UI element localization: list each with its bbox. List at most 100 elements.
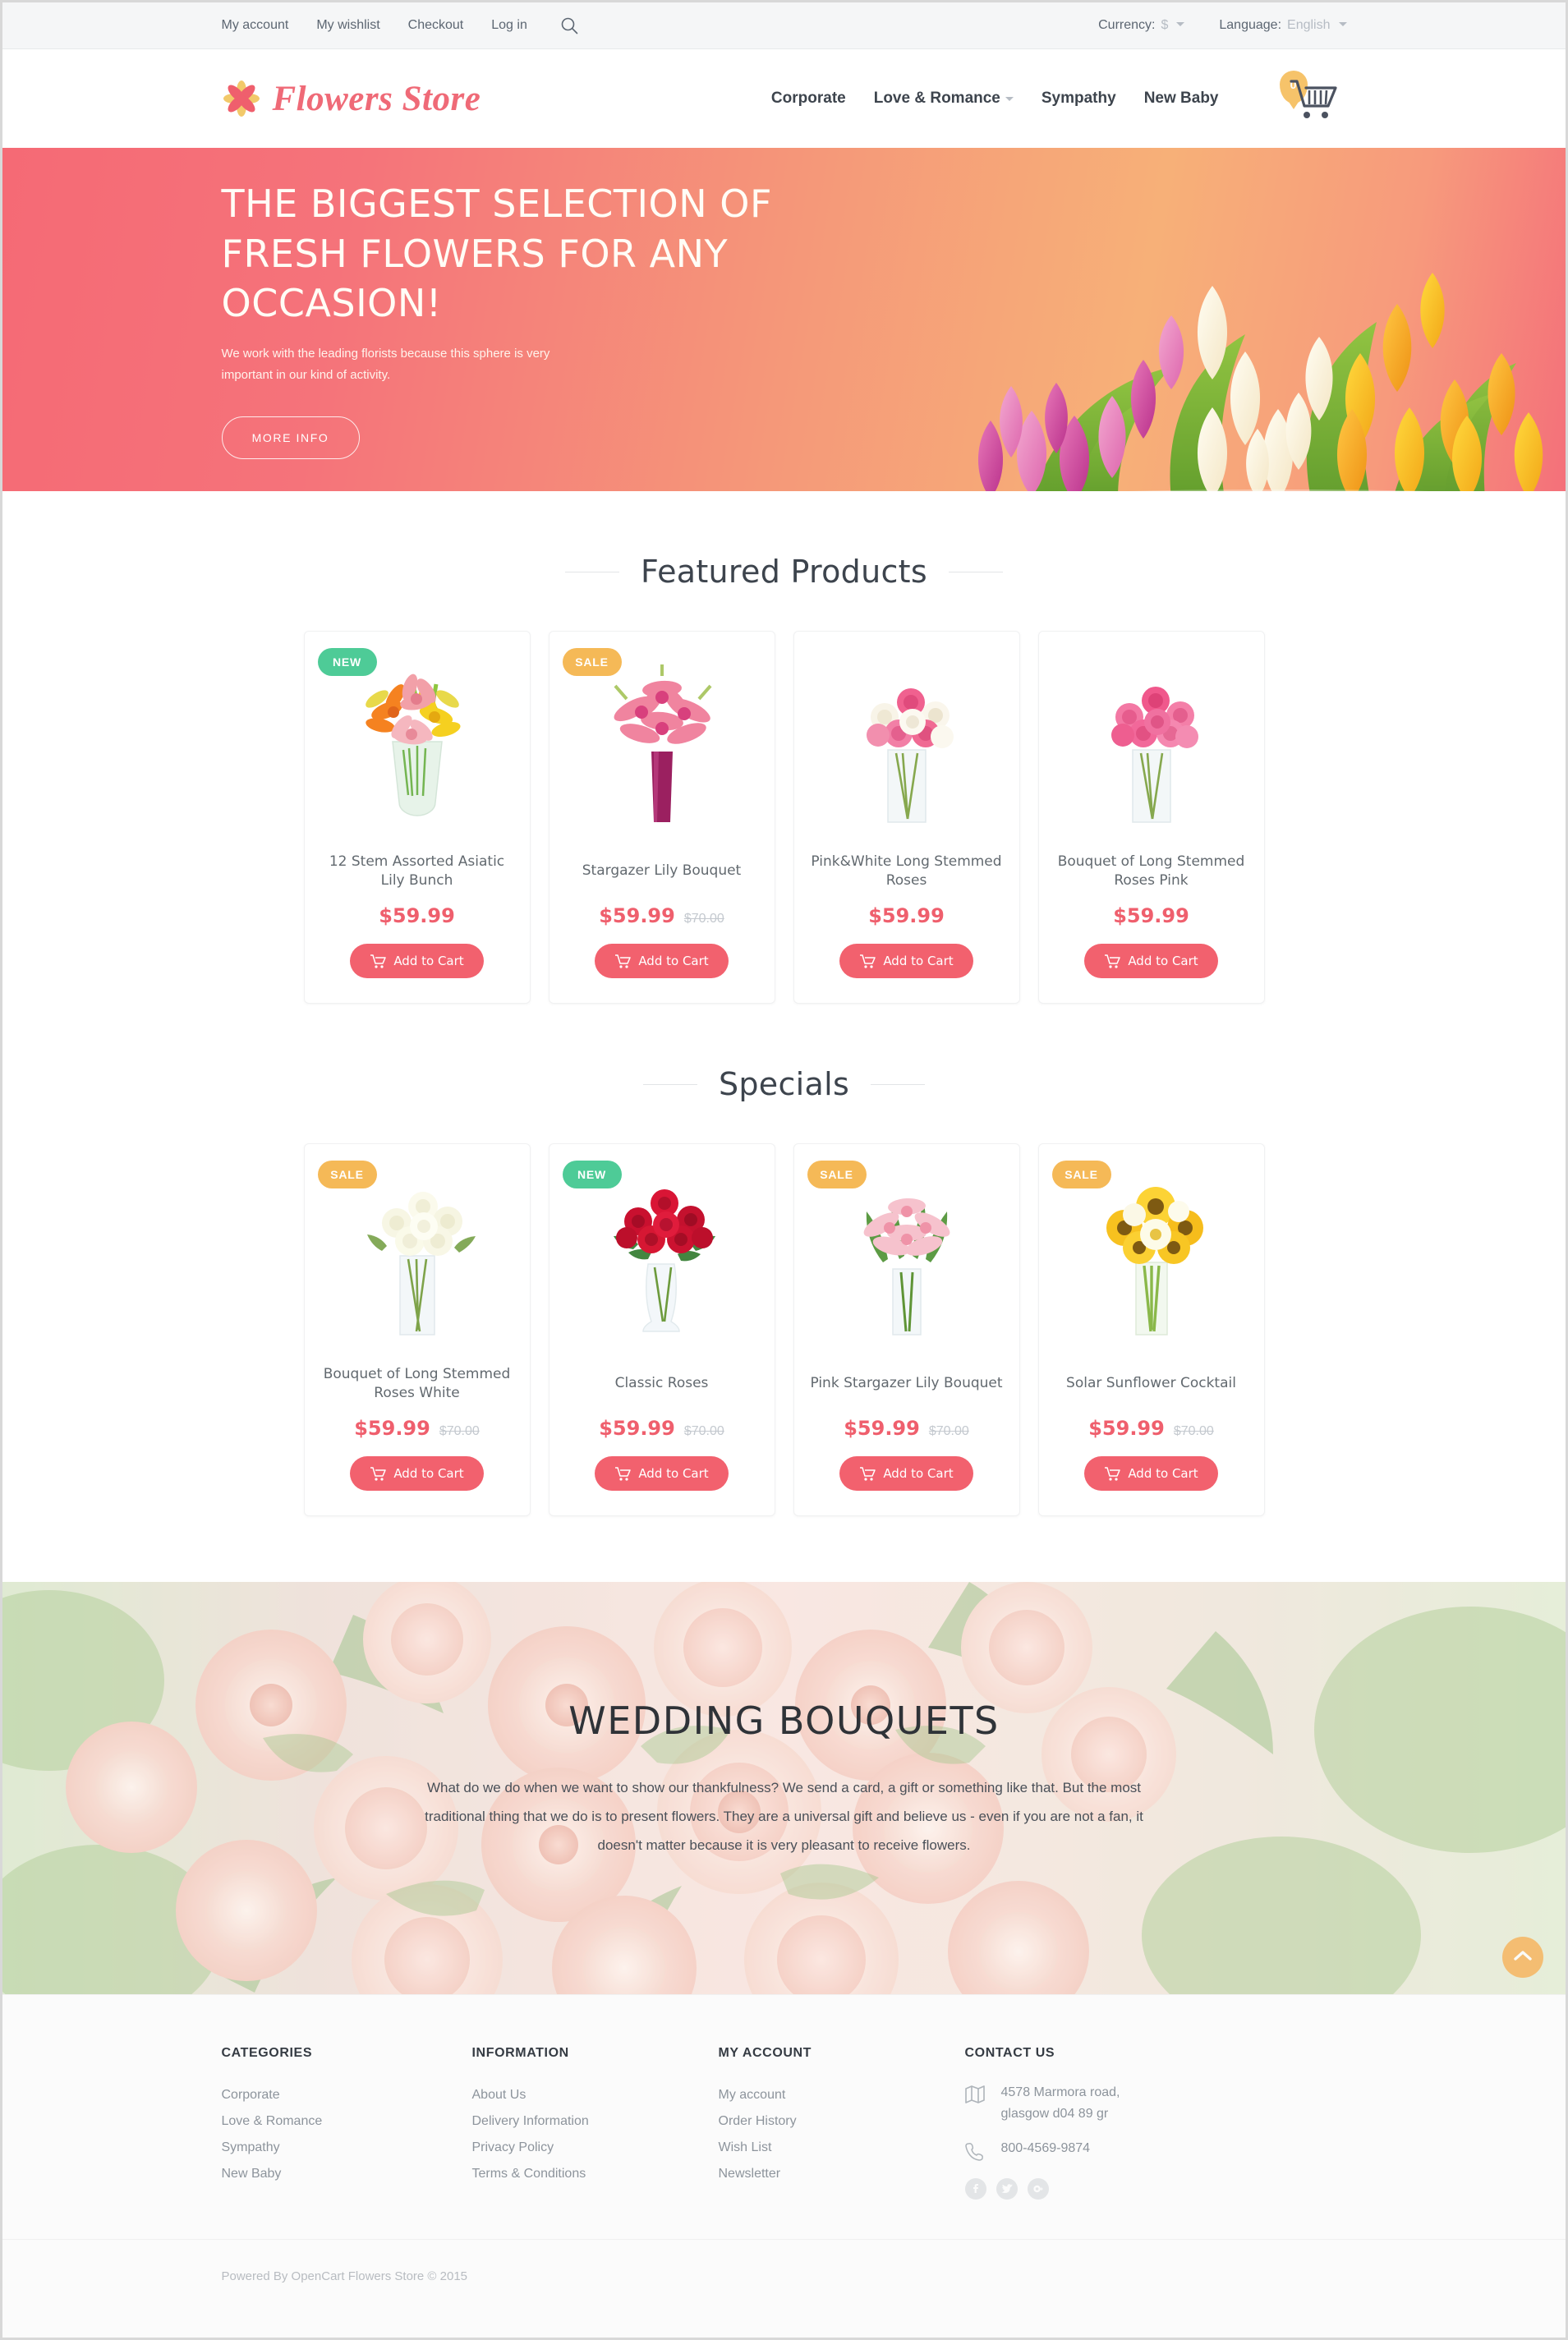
product-card[interactable]: Bouquet of Long Stemmed Roses Pink $59.9…: [1037, 631, 1265, 1004]
add-to-cart-button[interactable]: Add to Cart: [595, 944, 729, 978]
footer-link-love-romance[interactable]: Love & Romance: [222, 2108, 472, 2135]
nav-label-sympathy: Sympathy: [1041, 90, 1116, 107]
top-link-checkout[interactable]: Checkout: [408, 18, 464, 33]
product-card[interactable]: SALE: [1037, 1143, 1265, 1516]
cart-icon: [370, 954, 387, 968]
facebook-icon[interactable]: [964, 2177, 986, 2200]
product-name[interactable]: 12 Stem Assorted Asiatic Lily Bunch: [316, 852, 518, 891]
phone-icon: [964, 2138, 986, 2165]
add-to-cart-button[interactable]: Add to Cart: [839, 944, 973, 978]
footer-link-corporate[interactable]: Corporate: [222, 2082, 472, 2108]
product-name[interactable]: Solar Sunflower Cocktail: [1063, 1364, 1239, 1404]
product-old-price: $70.00: [1173, 1424, 1214, 1438]
price-row: $59.99 $70.00: [354, 1417, 480, 1440]
product-price: $59.99: [1113, 904, 1189, 927]
top-link-log-in[interactable]: Log in: [491, 18, 527, 33]
site-logo[interactable]: Flowers Store: [222, 79, 481, 119]
product-price: $59.99: [354, 1417, 430, 1440]
product-image[interactable]: [1065, 651, 1238, 842]
product-image[interactable]: [331, 1164, 504, 1354]
nav-label-corporate: Corporate: [770, 90, 846, 107]
contact-phone: 800-4569-9874: [1000, 2140, 1091, 2155]
hero-subtitle: We work with the leading florists becaus…: [221, 347, 550, 383]
status-badge: NEW: [562, 1161, 622, 1188]
nav-item-love-romance[interactable]: Love & Romance: [874, 90, 1014, 108]
nav-item-sympathy[interactable]: Sympathy: [1042, 90, 1116, 108]
footer-link-privacy-policy[interactable]: Privacy Policy: [472, 2135, 719, 2161]
product-name[interactable]: Classic Roses: [612, 1364, 712, 1404]
language-value: English: [1287, 18, 1331, 32]
site-header: Flowers Store Corporate Love & Romance S…: [2, 49, 1566, 148]
nav-label-love-romance: Love & Romance: [873, 90, 1000, 107]
section-title: Specials: [718, 1066, 850, 1102]
footer-link-terms-conditions[interactable]: Terms & Conditions: [472, 2161, 719, 2187]
product-card[interactable]: SALE: [793, 1143, 1020, 1516]
product-card[interactable]: SALE: [548, 631, 775, 1004]
specials-grid: SALE Bouquet of Long Stemmed Roses White…: [222, 1143, 1347, 1516]
product-old-price: $70.00: [928, 1424, 969, 1438]
top-links: My account My wishlist Checkout Log in: [222, 16, 578, 34]
currency-value: $: [1161, 18, 1169, 32]
section-title: Featured Products: [641, 554, 927, 590]
top-link-my-wishlist[interactable]: My wishlist: [316, 18, 379, 33]
product-name[interactable]: Stargazer Lily Bouquet: [579, 852, 744, 891]
footer-link-sympathy[interactable]: Sympathy: [222, 2135, 472, 2161]
chevron-up-icon: [1514, 1950, 1532, 1965]
search-icon[interactable]: [560, 16, 578, 34]
product-image[interactable]: [576, 1164, 748, 1354]
product-name[interactable]: Bouquet of Long Stemmed Roses White: [316, 1364, 518, 1404]
footer-link-wish-list[interactable]: Wish List: [719, 2135, 965, 2161]
scroll-to-top-button[interactable]: [1502, 1937, 1543, 1978]
footer-link-order-history[interactable]: Order History: [719, 2108, 965, 2135]
product-card[interactable]: Pink&White Long Stemmed Roses $59.99 Add…: [793, 631, 1020, 1004]
more-info-button[interactable]: MORE INFO: [221, 416, 360, 459]
product-card[interactable]: NEW: [548, 1143, 775, 1516]
product-price: $59.99: [599, 1417, 675, 1440]
featured-products-section: Featured Products NEW 12 Stem Assorted A…: [222, 554, 1347, 1004]
add-to-cart-button[interactable]: Add to Cart: [350, 1456, 484, 1491]
add-to-cart-button[interactable]: Add to Cart: [1084, 1456, 1218, 1491]
contact-address: 4578 Marmora road, glasgow d04 89 gr: [1000, 2085, 1120, 2121]
product-card[interactable]: SALE: [303, 1143, 531, 1516]
product-name[interactable]: Bouquet of Long Stemmed Roses Pink: [1051, 852, 1253, 891]
add-to-cart-label: Add to Cart: [883, 1466, 954, 1481]
product-image[interactable]: [821, 1164, 993, 1354]
product-card[interactable]: NEW: [303, 631, 531, 1004]
product-name[interactable]: Pink&White Long Stemmed Roses: [806, 852, 1008, 891]
nav-item-corporate[interactable]: Corporate: [771, 90, 846, 108]
add-to-cart-button[interactable]: Add to Cart: [1084, 944, 1218, 978]
page-root: My account My wishlist Checkout Log in C…: [0, 0, 1568, 2340]
google-plus-icon[interactable]: [1027, 2177, 1049, 2200]
currency-selector[interactable]: Currency: $: [1098, 18, 1185, 33]
product-image[interactable]: [331, 651, 504, 842]
cart-icon: [370, 1466, 387, 1481]
add-to-cart-button[interactable]: Add to Cart: [839, 1456, 973, 1491]
top-link-my-account[interactable]: My account: [222, 18, 289, 33]
language-selector[interactable]: Language: English: [1219, 18, 1347, 33]
product-image[interactable]: [1065, 1164, 1238, 1354]
footer-link-newsletter[interactable]: Newsletter: [719, 2161, 965, 2187]
cart-button[interactable]: 0: [1275, 69, 1347, 128]
wedding-banner: WEDDING BOUQUETS What do we do when we w…: [2, 1582, 1566, 1994]
footer-heading-contact: CONTACT US: [964, 2046, 1055, 2060]
wedding-text: What do we do when we want to show our t…: [425, 1780, 1143, 1853]
footer-col-contact: CONTACT US 4578 Marmora road, glasgow d0…: [964, 2046, 1347, 2200]
price-row: $59.99: [868, 904, 945, 927]
cart-icon: [614, 1466, 632, 1481]
cart-icon: [1104, 954, 1121, 968]
product-name[interactable]: Pink Stargazer Lily Bouquet: [807, 1364, 1005, 1404]
status-badge: NEW: [317, 648, 377, 676]
footer-link-my-account[interactable]: My account: [719, 2082, 965, 2108]
add-to-cart-button[interactable]: Add to Cart: [595, 1456, 729, 1491]
twitter-icon[interactable]: [996, 2177, 1018, 2200]
footer-link-about-us[interactable]: About Us: [472, 2082, 719, 2108]
product-price: $59.99: [844, 1417, 920, 1440]
footer-col-my-account: MY ACCOUNT My account Order History Wish…: [719, 2046, 965, 2200]
footer-link-new-baby[interactable]: New Baby: [222, 2161, 472, 2187]
product-image[interactable]: [821, 651, 993, 842]
nav-item-new-baby[interactable]: New Baby: [1144, 90, 1219, 108]
footer-link-delivery-information[interactable]: Delivery Information: [472, 2108, 719, 2135]
add-to-cart-button[interactable]: Add to Cart: [350, 944, 484, 978]
footer-heading-categories: CATEGORIES: [221, 2046, 313, 2060]
product-image[interactable]: [576, 651, 748, 842]
